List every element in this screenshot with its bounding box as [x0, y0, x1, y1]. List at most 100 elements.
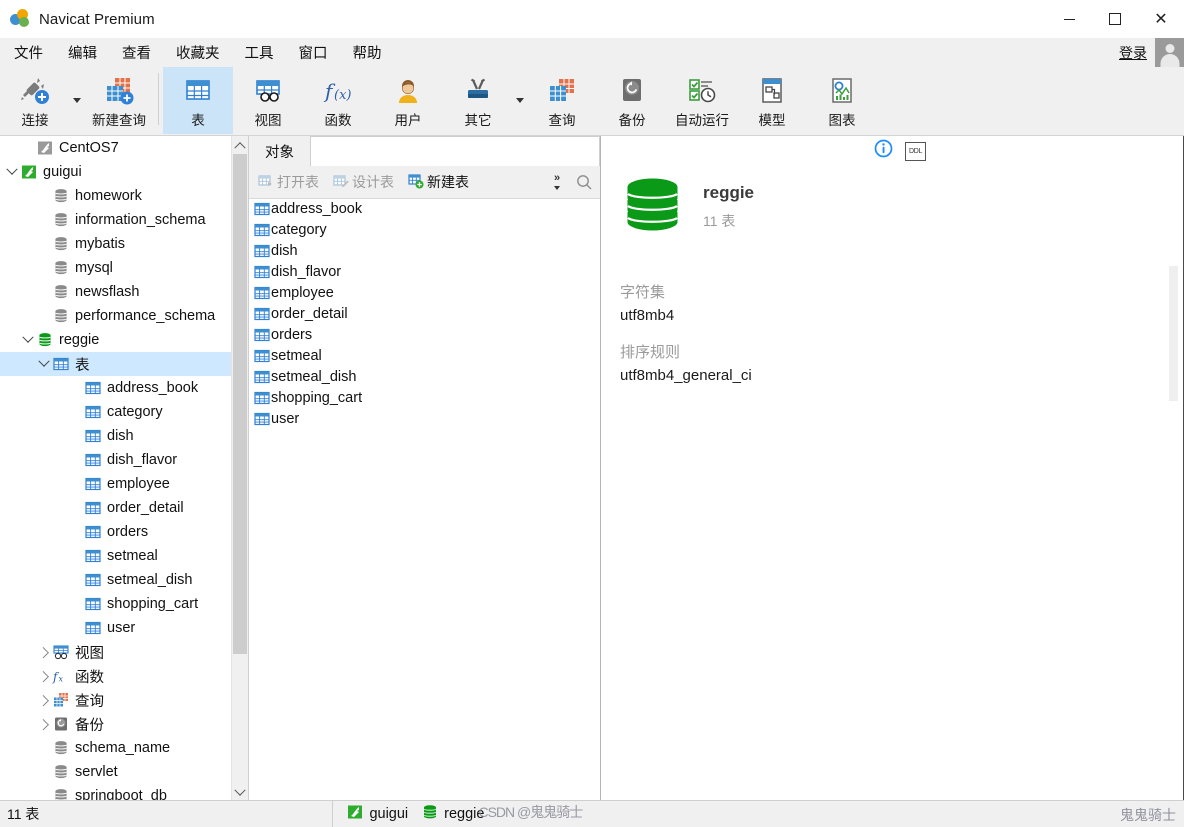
maximize-button[interactable]	[1092, 0, 1138, 38]
database-gray-icon	[51, 280, 71, 304]
ribbon-button-backup[interactable]: 备份	[597, 67, 667, 134]
tree-node[interactable]: user	[0, 616, 232, 640]
table-list-item[interactable]: user	[249, 408, 600, 429]
tree-node[interactable]: dish	[0, 424, 232, 448]
tree-node[interactable]: reggie	[0, 328, 232, 352]
tree-node[interactable]: performance_schema	[0, 304, 232, 328]
tree-node[interactable]: 查询	[0, 688, 232, 712]
table-list-item[interactable]: order_detail	[249, 303, 600, 324]
ribbon-button-function[interactable]: f (x) 函数	[303, 67, 373, 134]
other-dropdown-caret[interactable]	[513, 67, 527, 134]
table-list-item-label: category	[271, 221, 327, 238]
tree-node[interactable]: 视图	[0, 640, 232, 664]
login-link[interactable]: 登录	[1119, 43, 1147, 63]
table-list-item[interactable]: address_book	[249, 198, 600, 219]
sidebar-scrollbar[interactable]	[231, 136, 248, 801]
table-list-item[interactable]: dish	[249, 240, 600, 261]
tree-node[interactable]: 表	[0, 352, 232, 376]
tree-twisty-placeholder	[68, 592, 83, 616]
tree-node[interactable]: mybatis	[0, 232, 232, 256]
scroll-up-icon[interactable]	[232, 136, 248, 153]
ribbon-button-new-query[interactable]: 新建查询	[84, 67, 154, 134]
ribbon-button-view[interactable]: 视图	[233, 67, 303, 134]
tree-node[interactable]: address_book	[0, 376, 232, 400]
menu-file[interactable]: 文件	[3, 38, 54, 67]
tree-node[interactable]: category	[0, 400, 232, 424]
tree-twisty-open-icon[interactable]	[36, 352, 51, 376]
table-list-item-label: employee	[271, 284, 334, 301]
ribbon-button-automation[interactable]: 自动运行	[667, 67, 737, 134]
menu-edit[interactable]: 编辑	[57, 38, 108, 67]
menu-tools[interactable]: 工具	[234, 38, 285, 67]
ribbon-button-model[interactable]: 模型	[737, 67, 807, 134]
status-database[interactable]: reggie	[422, 804, 484, 824]
tree-twisty-closed-icon[interactable]	[36, 640, 51, 664]
table-list-item[interactable]: employee	[249, 282, 600, 303]
ribbon-button-connection[interactable]: 连接	[0, 67, 70, 134]
status-connection[interactable]: guigui	[347, 804, 408, 824]
close-button[interactable]: ✕	[1138, 0, 1184, 38]
tab-objects[interactable]: 对象	[249, 137, 310, 166]
tree-node[interactable]: setmeal	[0, 544, 232, 568]
tree-node[interactable]: guigui	[0, 160, 232, 184]
tree-twisty-closed-icon[interactable]	[36, 688, 51, 712]
ribbon-button-table[interactable]: 表	[163, 67, 233, 134]
tree-node[interactable]: setmeal_dish	[0, 568, 232, 592]
new-table-button[interactable]: 新建表	[403, 170, 474, 194]
user-avatar-icon[interactable]	[1155, 38, 1184, 67]
info-pane-scrollbar-thumb[interactable]	[1169, 266, 1178, 401]
database-gray-icon	[51, 184, 71, 208]
tree-node[interactable]: information_schema	[0, 208, 232, 232]
table-list-item[interactable]: dish_flavor	[249, 261, 600, 282]
object-table-list[interactable]: address_book category dish dish_flavoremplo…	[249, 198, 600, 801]
tree-twisty-closed-icon[interactable]	[36, 664, 51, 688]
design-table-button[interactable]: 设计表	[328, 170, 399, 194]
object-search-button[interactable]	[574, 172, 594, 192]
tree-twisty-placeholder	[20, 136, 35, 160]
table-list-item[interactable]: setmeal	[249, 345, 600, 366]
tree-node[interactable]: f x 函数	[0, 664, 232, 688]
tree-node[interactable]: newsflash	[0, 280, 232, 304]
tree-node[interactable]: CentOS7	[0, 136, 232, 160]
tree-twisty-open-icon[interactable]	[4, 160, 19, 184]
table-list-item[interactable]: setmeal_dish	[249, 366, 600, 387]
tree-node[interactable]: orders	[0, 520, 232, 544]
tree-node[interactable]: schema_name	[0, 736, 232, 760]
ribbon-button-chart[interactable]: 图表	[807, 67, 877, 134]
menu-favorites[interactable]: 收藏夹	[165, 38, 231, 67]
table-list-item[interactable]: orders	[249, 324, 600, 345]
ribbon-button-other[interactable]: 其它	[443, 67, 513, 134]
info-circle-icon[interactable]	[874, 139, 893, 163]
tree-node[interactable]: 备份	[0, 712, 232, 736]
open-table-button[interactable]: 打开表	[253, 170, 324, 194]
ribbon-button-query[interactable]: 查询	[527, 67, 597, 134]
object-toolbar-overflow-button[interactable]: »	[548, 167, 566, 197]
menu-view[interactable]: 查看	[111, 38, 162, 67]
ddl-button[interactable]: DDL	[905, 141, 926, 161]
table-list-item[interactable]: category	[249, 219, 600, 240]
table-list-item[interactable]: shopping_cart	[249, 387, 600, 408]
tree-node-label: information_schema	[75, 212, 206, 228]
ribbon-label-chart: 图表	[828, 113, 856, 128]
sidebar-scrollbar-thumb[interactable]	[233, 154, 247, 654]
tree-twisty-open-icon[interactable]	[20, 328, 35, 352]
tree-node[interactable]: servlet	[0, 760, 232, 784]
tree-node[interactable]: employee	[0, 472, 232, 496]
tree-node[interactable]: homework	[0, 184, 232, 208]
tree-node[interactable]: order_detail	[0, 496, 232, 520]
tree-node[interactable]: shopping_cart	[0, 592, 232, 616]
tree-node[interactable]: dish_flavor	[0, 448, 232, 472]
tree-twisty-closed-icon[interactable]	[36, 712, 51, 736]
menu-help[interactable]: 帮助	[342, 38, 393, 67]
scroll-down-icon[interactable]	[232, 784, 248, 801]
database-info-pane: DDL reggie 11 表 字符集 utf8mb4 排序规则 utf8mb4…	[601, 136, 1184, 801]
minimize-button[interactable]	[1046, 0, 1092, 38]
menu-window[interactable]: 窗口	[288, 38, 339, 67]
window-title: Navicat Premium	[39, 10, 155, 28]
connection-dropdown-caret[interactable]	[70, 67, 84, 134]
tree-node-label: mybatis	[75, 236, 125, 252]
table-icon	[253, 324, 270, 345]
tree-node[interactable]: springboot_db	[0, 784, 232, 801]
tree-node[interactable]: mysql	[0, 256, 232, 280]
ribbon-button-user[interactable]: 用户	[373, 67, 443, 134]
